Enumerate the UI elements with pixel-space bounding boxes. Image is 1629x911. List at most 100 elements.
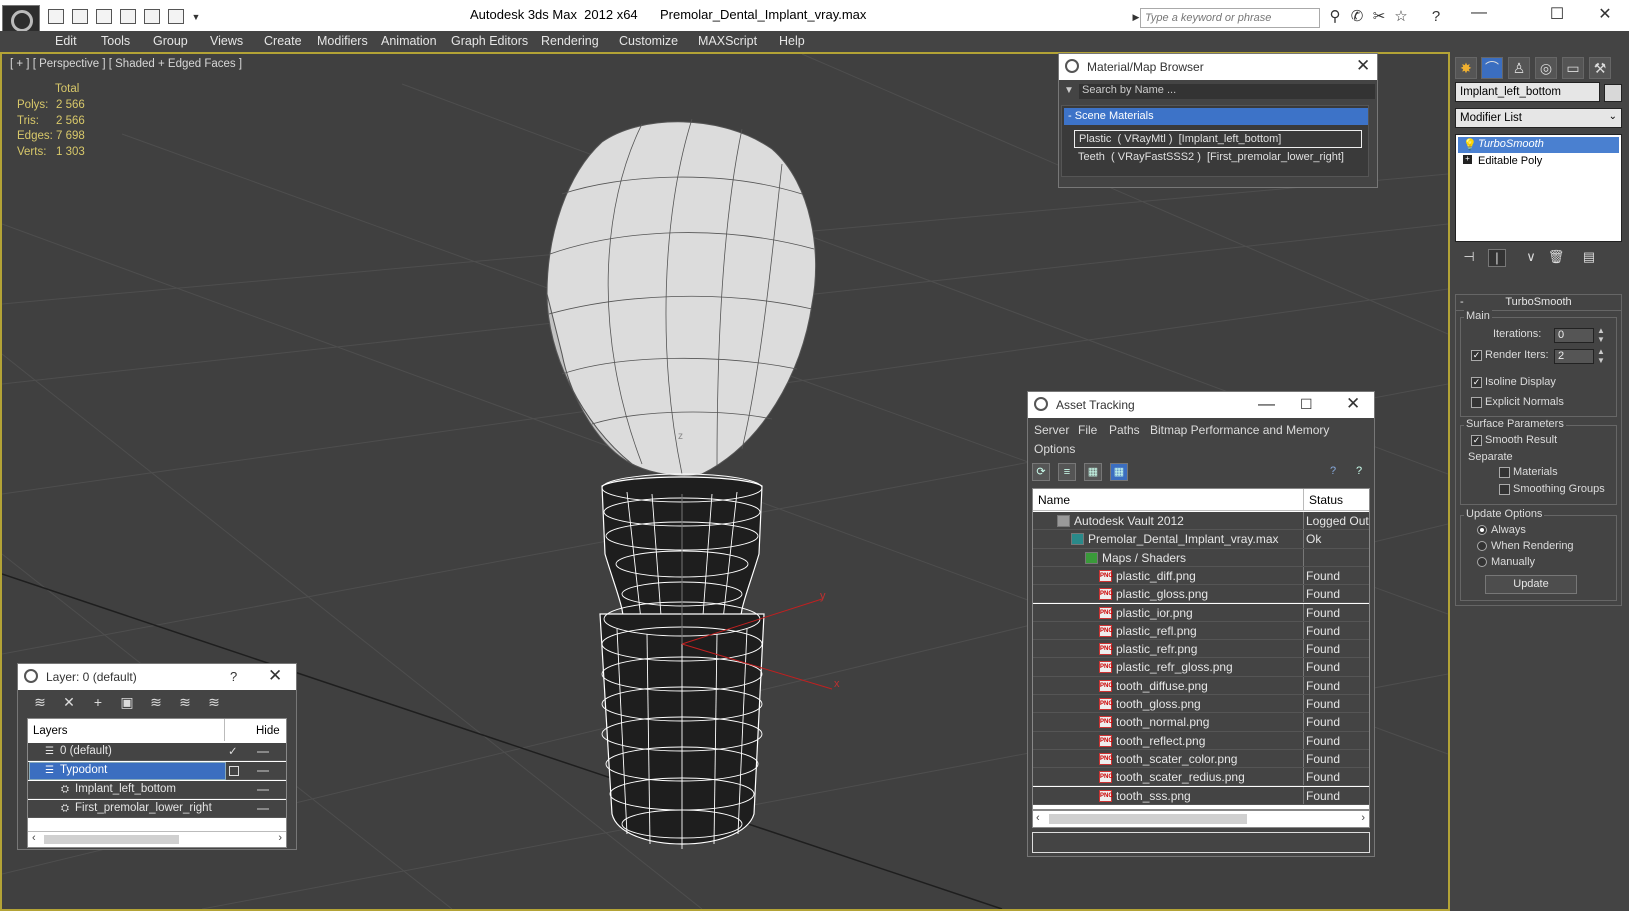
utilities-tab-icon[interactable]: ⚒ — [1589, 57, 1611, 79]
layer-row-premolar[interactable]: ⛭ First_premolar_lower_right — [28, 800, 286, 818]
delete-layer-icon[interactable]: ✕ — [59, 694, 79, 714]
menu-help[interactable]: Help — [779, 34, 805, 48]
menu-modifiers[interactable]: Modifiers — [317, 34, 368, 48]
highlight-layer-icon[interactable]: ≋ — [146, 694, 166, 714]
menu-maxscript[interactable]: MAXScript — [698, 34, 757, 48]
context-help-icon[interactable]: ? — [1350, 463, 1368, 481]
asset-row[interactable]: PNG tooth_reflect.png Found — [1033, 731, 1369, 750]
asset-row[interactable]: PNG plastic_gloss.png Found — [1033, 585, 1369, 604]
redo-icon[interactable] — [144, 9, 160, 24]
create-tab-icon[interactable]: ✸ — [1455, 57, 1477, 79]
scroll-left-icon[interactable]: ‹ — [32, 832, 36, 844]
project-folder-icon[interactable] — [168, 9, 184, 24]
subscription-icon[interactable]: ✂ — [1371, 9, 1387, 25]
menu-customize[interactable]: Customize — [619, 34, 678, 48]
add-to-layer-icon[interactable]: + — [88, 694, 108, 714]
horizontal-scrollbar[interactable]: ‹ › — [28, 831, 286, 847]
spinner-arrows-icon[interactable]: ▲ ▼ — [1597, 326, 1605, 344]
material-search-input[interactable]: Search by Name ... — [1079, 84, 1375, 99]
select-objects-icon[interactable]: ▣ — [117, 694, 137, 714]
menu-file[interactable]: File — [1078, 423, 1097, 437]
menu-tools[interactable]: Tools — [101, 34, 130, 48]
save-file-icon[interactable] — [96, 9, 112, 24]
list-view-icon[interactable]: ≡ — [1058, 463, 1076, 481]
when-rendering-radio[interactable] — [1477, 541, 1487, 551]
stack-item-turbosmooth[interactable]: 💡 TurboSmooth — [1458, 137, 1619, 153]
hide-toggle[interactable] — [257, 770, 269, 772]
spinner-arrows-icon[interactable]: ▲ ▼ — [1597, 347, 1605, 365]
object-name-field[interactable]: Implant_left_bottom — [1455, 82, 1600, 102]
refresh-icon[interactable]: ⟳ — [1032, 463, 1050, 481]
isoline-display-checkbox[interactable]: ✓ — [1471, 377, 1482, 388]
menu-views[interactable]: Views — [210, 34, 243, 48]
menu-group[interactable]: Group — [153, 34, 188, 48]
col-status-header[interactable]: Status — [1309, 493, 1343, 507]
material-row-plastic[interactable]: Plastic ( VRayMtl ) [Implant_left_bottom… — [1074, 130, 1362, 148]
lightbulb-icon[interactable]: 💡 — [1463, 138, 1477, 151]
menu-edit[interactable]: Edit — [55, 34, 77, 48]
asset-row[interactable]: PNG tooth_gloss.png Found — [1033, 695, 1369, 714]
scroll-right-icon[interactable]: › — [278, 832, 282, 844]
menu-paths[interactable]: Paths — [1109, 423, 1140, 437]
hide-toggle[interactable] — [257, 808, 269, 810]
asset-row[interactable]: PNG plastic_refl.png Found — [1033, 621, 1369, 641]
display-tab-icon[interactable]: ▭ — [1562, 57, 1584, 79]
window-title-bar[interactable]: Layer: 0 (default) ? ✕ — [18, 664, 296, 690]
viewport-label[interactable]: [ + ] [ Perspective ] [ Shaded + Edged F… — [10, 58, 242, 70]
asset-row[interactable]: PNG tooth_sss.png Found — [1033, 786, 1369, 805]
help-icon[interactable]: ? — [1428, 9, 1444, 25]
asset-row[interactable]: Autodesk Vault 2012 Logged Out — [1033, 512, 1369, 531]
asset-row[interactable]: PNG tooth_scater_redius.png Found — [1033, 768, 1369, 787]
configure-modifier-sets-icon[interactable]: ▤ — [1580, 249, 1598, 267]
menu-server[interactable]: Server — [1034, 423, 1069, 437]
asset-row[interactable]: PNG tooth_normal.png Found — [1033, 713, 1369, 732]
asset-row[interactable]: PNG plastic_ior.png Found — [1033, 603, 1369, 622]
menu-graph-editors[interactable]: Graph Editors — [451, 34, 528, 48]
menu-bitmap-performance[interactable]: Bitmap Performance and Memory — [1150, 423, 1329, 437]
filter-icon[interactable]: ▼ — [1064, 85, 1074, 96]
quick-access-dropdown-icon[interactable]: ▼ — [188, 9, 204, 25]
scroll-right-icon[interactable]: › — [1361, 812, 1365, 824]
make-unique-icon[interactable]: ∨ — [1522, 249, 1540, 267]
show-end-result-icon[interactable]: | — [1488, 249, 1506, 267]
window-title-bar[interactable]: Asset Tracking — ☐ ✕ — [1028, 392, 1374, 418]
asset-row[interactable]: PNG plastic_diff.png Found — [1033, 566, 1369, 586]
object-color-swatch[interactable] — [1604, 84, 1622, 102]
modifier-list-dropdown[interactable]: Modifier List ⌄ — [1455, 108, 1622, 128]
current-layer-check-icon[interactable]: ✓ — [228, 744, 238, 758]
new-file-icon[interactable] — [48, 9, 64, 24]
open-file-icon[interactable] — [72, 9, 88, 24]
render-iters-checkbox[interactable]: ✓ — [1471, 350, 1482, 361]
hierarchy-tab-icon[interactable]: ♙ — [1508, 57, 1530, 79]
material-row-teeth[interactable]: Teeth ( VRayFastSSS2 ) [First_premolar_l… — [1074, 149, 1362, 167]
layer-row-default[interactable]: ☰ 0 (default) ✓ — [28, 743, 286, 761]
modify-tab-icon[interactable]: ⌒ — [1481, 57, 1503, 79]
expand-plus-icon[interactable]: + — [1463, 155, 1472, 164]
favorites-star-icon[interactable]: ☆ — [1393, 9, 1409, 25]
render-iters-spinner[interactable]: 2 — [1554, 349, 1594, 364]
stack-item-editable-poly[interactable]: + Editable Poly — [1458, 154, 1619, 170]
minimize-icon[interactable]: — — [1258, 394, 1275, 414]
iterations-spinner[interactable]: 0 — [1554, 328, 1594, 343]
menu-create[interactable]: Create — [264, 34, 302, 48]
collapse-minus-icon[interactable]: - — [1460, 296, 1464, 308]
binoculars-icon[interactable]: ⚲ — [1327, 9, 1343, 25]
scene-materials-header[interactable]: - Scene Materials — [1064, 108, 1368, 125]
col-layers-header[interactable]: Layers — [33, 725, 68, 737]
make-current-checkbox[interactable] — [229, 766, 239, 776]
hide-all-icon[interactable]: ≋ — [175, 694, 195, 714]
layer-row-typodont[interactable]: ⊟ ☰ Typodont — [28, 762, 286, 780]
smooth-result-checkbox[interactable]: ✓ — [1471, 435, 1482, 446]
scroll-left-icon[interactable]: ‹ — [1036, 812, 1040, 824]
hide-toggle[interactable] — [257, 751, 269, 753]
close-icon[interactable]: ✕ — [1346, 394, 1360, 414]
maximize-icon[interactable]: ☐ — [1300, 396, 1313, 413]
separate-materials-checkbox[interactable] — [1499, 467, 1510, 478]
update-button[interactable]: Update — [1485, 575, 1577, 594]
scrollbar-thumb[interactable] — [1049, 814, 1247, 824]
asset-row[interactable]: PNG tooth_diffuse.png Found — [1033, 676, 1369, 695]
manually-radio[interactable] — [1477, 557, 1487, 567]
close-window-button[interactable]: ✕ — [1590, 4, 1620, 26]
scrollbar-thumb[interactable] — [44, 835, 179, 844]
col-name-header[interactable]: Name — [1038, 493, 1070, 507]
